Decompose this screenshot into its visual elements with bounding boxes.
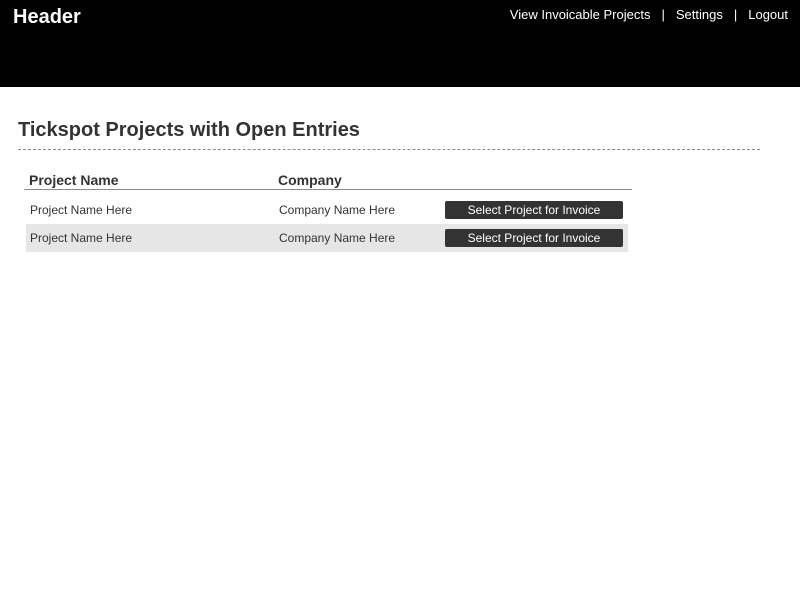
page-title: Tickspot Projects with Open Entries (18, 119, 360, 141)
table-row: Project Name Here Company Name Here Sele… (26, 196, 628, 224)
column-header-project-name: Project Name (29, 172, 119, 188)
company-name-cell: Company Name Here (279, 203, 396, 217)
project-name-cell: Project Name Here (30, 231, 133, 245)
table-body: Project Name Here Company Name Here Sele… (24, 196, 632, 252)
projects-table: Project Name Company Project Name Here C… (24, 168, 632, 252)
table-row: Project Name Here Company Name Here Sele… (26, 224, 628, 252)
header-bar: Header View Invoicable Projects | Settin… (0, 0, 800, 87)
title-divider (18, 149, 760, 150)
header-nav: View Invoicable Projects | Settings | Lo… (510, 7, 788, 22)
nav-settings-link[interactable]: Settings (676, 7, 723, 22)
select-project-for-invoice-button[interactable]: Select Project for Invoice (445, 201, 623, 219)
column-header-company: Company (278, 172, 342, 188)
nav-view-invoicable-projects-link[interactable]: View Invoicable Projects (510, 7, 651, 22)
company-name-cell: Company Name Here (279, 231, 396, 245)
nav-logout-link[interactable]: Logout (748, 7, 788, 22)
nav-separator: | (661, 7, 665, 22)
select-project-for-invoice-button[interactable]: Select Project for Invoice (445, 229, 623, 247)
table-header: Project Name Company (24, 168, 632, 190)
nav-separator: | (733, 7, 738, 22)
header-title: Header (13, 6, 81, 28)
project-name-cell: Project Name Here (30, 203, 133, 217)
